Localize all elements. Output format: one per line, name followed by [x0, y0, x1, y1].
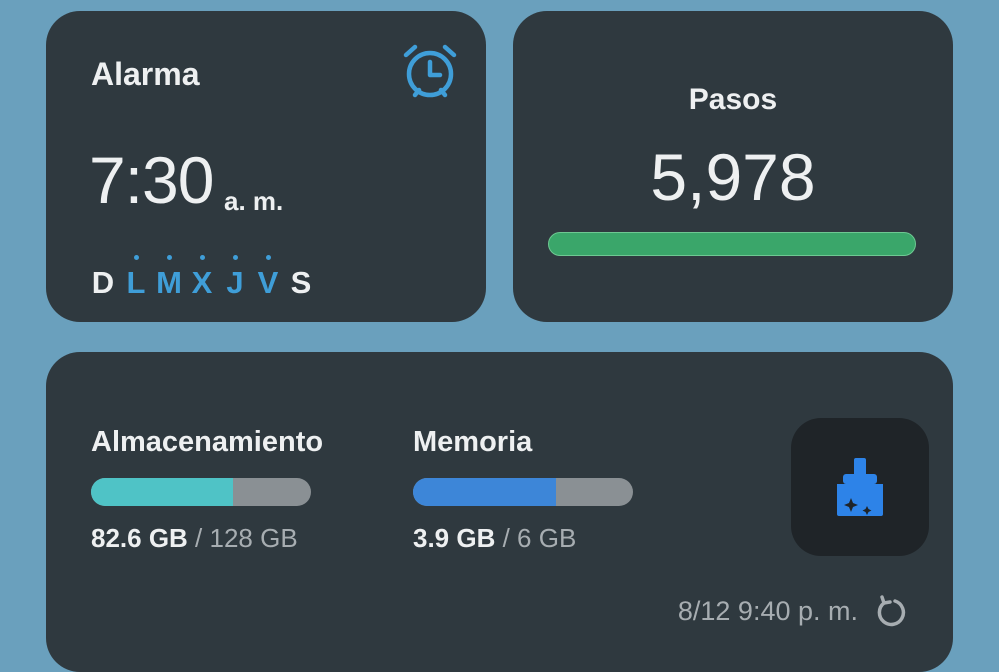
storage-bar	[91, 478, 311, 506]
day-saturday: S	[290, 265, 312, 300]
storage-total: 128 GB	[209, 523, 298, 553]
alarm-title: Alarma	[91, 56, 200, 92]
alarm-clock-icon	[403, 44, 457, 98]
alarm-ampm: a. m.	[224, 186, 284, 216]
storage-separator: /	[187, 523, 210, 553]
day-monday: L	[123, 255, 149, 301]
refresh-icon[interactable]	[873, 594, 909, 630]
memory-usage: 3.9 GB / 6 GB	[413, 523, 576, 554]
storage-usage: 82.6 GB / 128 GB	[91, 523, 298, 554]
day-sunday: D	[91, 265, 115, 300]
alarm-time: 7:30	[89, 143, 214, 217]
last-updated-time: 8/12 9:40 p. m.	[677, 596, 858, 626]
day-tuesday: M	[156, 255, 182, 300]
device-care-widget[interactable]: Almacenamiento 82.6 GB / 128 GB Memoria …	[46, 352, 953, 672]
memory-used: 3.9 GB	[413, 523, 496, 553]
broom-sparkle-icon	[837, 458, 883, 516]
alarm-widget[interactable]: Alarma 7:30 a. m. D L M X J V S	[46, 11, 486, 322]
storage-label: Almacenamiento	[91, 426, 324, 458]
memory-bar-fill	[413, 478, 556, 506]
memory-label: Memoria	[413, 426, 533, 458]
storage-bar-fill	[91, 478, 233, 506]
steps-widget[interactable]: Pasos 5,978	[513, 11, 953, 322]
optimize-button[interactable]	[791, 418, 929, 556]
memory-separator: /	[495, 523, 518, 553]
alarm-repeat-days: D L M X J V S	[90, 255, 314, 301]
storage-used: 82.6 GB	[91, 523, 188, 553]
steps-count: 5,978	[650, 140, 816, 214]
day-wednesday: X	[189, 255, 215, 301]
memory-bar	[413, 478, 633, 506]
day-friday: V	[255, 255, 281, 301]
steps-progress-bar	[548, 232, 916, 256]
memory-total: 6 GB	[517, 523, 577, 553]
day-thursday: J	[222, 255, 248, 301]
steps-title: Pasos	[688, 83, 778, 116]
